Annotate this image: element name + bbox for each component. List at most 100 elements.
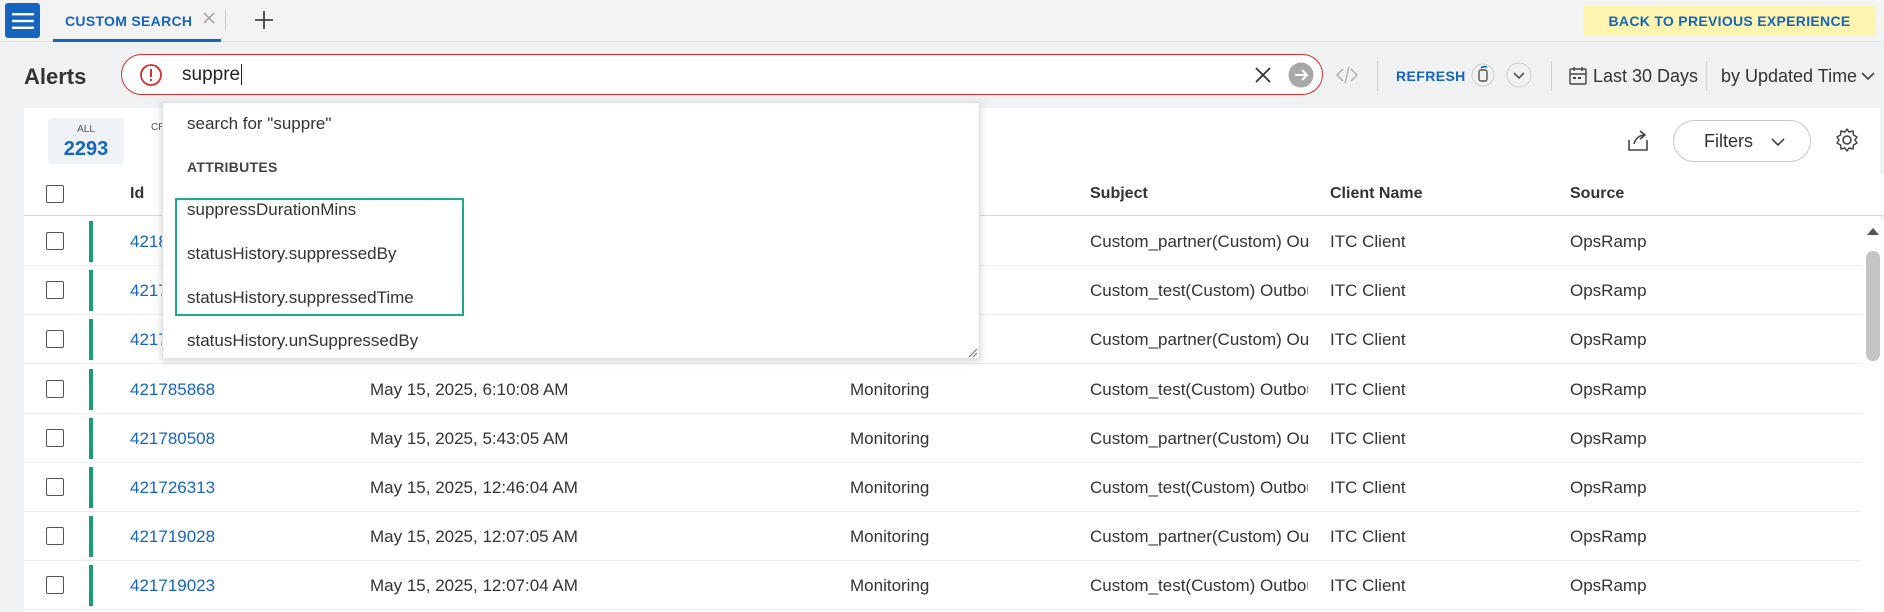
row-checkbox[interactable] [46,380,64,398]
alert-type: Monitoring [850,527,930,546]
alert-source: OpsRamp [1570,281,1647,300]
alert-type: Monitoring [850,478,930,497]
alert-id-link[interactable]: 421719023 [130,576,215,596]
client-name: ITC Client [1330,380,1406,399]
attributes-heading: ATTRIBUTES [187,159,278,175]
table-row[interactable]: 421719028 May 15, 2025, 12:07:05 AM Monito… [24,512,1862,561]
client-name: ITC Client [1330,576,1406,595]
alert-subject: Custom_test(Custom) Outbound [1090,576,1308,595]
alert-time: May 15, 2025, 12:07:05 AM [370,527,578,546]
refresh-button[interactable]: REFRESH [1396,68,1466,84]
search-for-option[interactable]: search for "suppre" [187,114,331,134]
alert-source: OpsRamp [1570,478,1647,497]
suggestion-item[interactable]: suppressDurationMins [187,200,356,220]
menu-button[interactable] [5,3,40,38]
auto-refresh-icon[interactable] [1471,63,1495,87]
refresh-options-chevron-icon[interactable] [1506,62,1532,88]
alert-time: May 15, 2025, 6:10:08 AM [370,380,569,399]
date-range-selector[interactable]: Last 30 Days [1593,66,1698,87]
alert-subject: Custom_test(Custom) Outbound [1090,478,1308,497]
table-row[interactable]: 421726313 May 15, 2025, 12:46:04 AM Monito… [24,463,1862,512]
search-suggestions-dropdown: search for "suppre" ATTRIBUTES suppressD… [162,102,980,359]
alert-subject: Custom_test(Custom) Outbound [1090,281,1308,300]
row-checkbox[interactable] [46,232,64,250]
column-header-subject[interactable]: Subject [1090,185,1148,203]
search-input-value: suppre [182,64,241,85]
alert-id-link[interactable]: 421780508 [130,429,215,449]
table-row[interactable]: 421719023 May 15, 2025, 12:07:04 AM Monito… [24,561,1862,610]
suggestion-item[interactable]: statusHistory.suppressedBy [187,244,396,264]
alert-source: OpsRamp [1570,232,1647,251]
alert-type: Monitoring [850,380,930,399]
status-indicator [89,418,93,459]
status-indicator [89,565,93,606]
tab-label: CUSTOM SEARCH [65,13,193,29]
alert-type: Monitoring [850,429,930,448]
alert-subject: Custom_partner(Custom) Outbound [1090,527,1308,546]
row-checkbox[interactable] [46,429,64,447]
status-indicator [89,319,93,360]
close-icon[interactable] [201,10,217,26]
client-name: ITC Client [1330,478,1406,497]
row-checkbox[interactable] [46,576,64,594]
divider [1706,61,1707,91]
alert-id-link[interactable]: 421785868 [130,380,215,400]
column-header-client-name[interactable]: Client Name [1330,185,1422,203]
client-name: ITC Client [1330,527,1406,546]
client-name: ITC Client [1330,281,1406,300]
tab-custom-search[interactable]: CUSTOM SEARCH [53,0,221,42]
chevron-down-icon [1771,138,1785,147]
suggestion-item[interactable]: statusHistory.unSuppressedBy [187,331,418,351]
alert-source: OpsRamp [1570,429,1647,448]
alert-subject: Custom_partner(Custom) Outbound [1090,330,1308,349]
chevron-down-icon[interactable] [1860,68,1876,84]
filters-button[interactable]: Filters [1673,120,1811,162]
resize-handle-icon[interactable] [966,346,978,358]
text-caret [241,64,243,86]
table-row[interactable]: 421785868 May 15, 2025, 6:10:08 AM Monitor… [24,365,1862,414]
page-title: Alerts [24,64,87,89]
alert-time: May 15, 2025, 12:46:04 AM [370,478,578,497]
column-header-source[interactable]: Source [1570,185,1624,203]
alert-source: OpsRamp [1570,380,1647,399]
alert-source: OpsRamp [1570,527,1647,546]
export-icon[interactable] [1625,128,1651,154]
alert-subject: Custom_partner(Custom) Outbound [1090,429,1308,448]
status-indicator [89,221,93,262]
suggestion-item[interactable]: statusHistory.suppressedTime [187,288,414,308]
client-name: ITC Client [1330,232,1406,251]
sort-selector[interactable]: by Updated Time [1721,66,1857,87]
select-all-checkbox[interactable] [46,185,64,203]
clear-icon[interactable] [1253,65,1273,85]
alert-id-link[interactable]: 421726313 [130,478,215,498]
add-tab-icon[interactable] [253,9,275,31]
alert-source: OpsRamp [1570,576,1647,595]
status-indicator [89,467,93,508]
table-row[interactable]: 421780508 May 15, 2025, 5:43:05 AM Monitor… [24,414,1862,463]
error-icon [140,64,162,86]
count-value: 2293 [63,138,109,160]
search-input[interactable]: suppre [182,64,243,86]
calendar-icon [1569,67,1587,85]
scroll-up-icon[interactable] [1866,226,1880,236]
column-header-id[interactable]: Id [130,185,144,203]
count-card-all[interactable]: ALL 2293 [48,118,124,164]
hamburger-icon [11,12,34,29]
client-name: ITC Client [1330,330,1406,349]
code-view-icon[interactable] [1335,63,1359,87]
status-indicator [89,516,93,557]
alert-subject: Custom_test(Custom) Outbound [1090,380,1308,399]
gear-icon[interactable] [1834,127,1860,153]
filters-label: Filters [1704,131,1753,151]
alert-type: Monitoring [850,576,930,595]
scrollbar-thumb[interactable] [1866,251,1880,361]
alert-subject: Custom_partner(Custom) Outbound [1090,232,1308,251]
row-checkbox[interactable] [46,478,64,496]
back-to-previous-experience-button[interactable]: BACK TO PREVIOUS EXPERIENCE [1583,6,1876,36]
submit-arrow-icon[interactable] [1288,62,1314,88]
search-bar[interactable]: suppre [121,54,1323,95]
row-checkbox[interactable] [46,527,64,545]
row-checkbox[interactable] [46,281,64,299]
alert-id-link[interactable]: 421719028 [130,527,215,547]
row-checkbox[interactable] [46,330,64,348]
